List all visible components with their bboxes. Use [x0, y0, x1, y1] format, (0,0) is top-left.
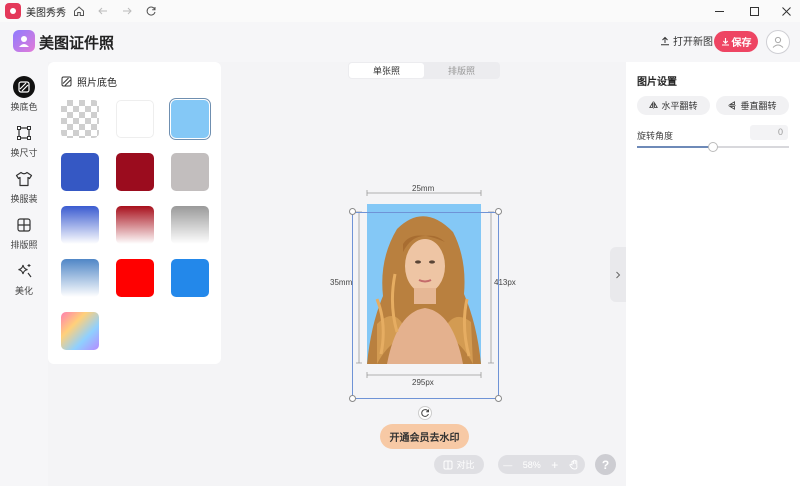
flip-vertical-button[interactable]: 垂直翻转 — [716, 96, 789, 115]
rotation-slider-fill — [637, 146, 713, 148]
open-new-image-button[interactable]: 打开新图 — [660, 33, 713, 48]
left-tool-rail: 换底色 换尺寸 换服装 排版照 美化 — [0, 62, 48, 486]
rotation-slider-handle[interactable] — [708, 142, 718, 152]
help-icon: ? — [601, 457, 610, 472]
color-swatch-blue-gradient[interactable] — [61, 206, 99, 244]
crop-size-icon — [13, 122, 35, 144]
color-swatch-rainbow[interactable] — [61, 312, 99, 350]
resize-handle-bottom-left[interactable] — [349, 395, 356, 402]
rail-label: 换服装 — [10, 194, 38, 204]
brand-logo-icon — [13, 30, 35, 52]
window-app-name: 美图秀秀 — [26, 7, 66, 19]
height-mm-label: 35mm — [330, 278, 353, 287]
color-swatch-white[interactable] — [116, 100, 154, 138]
vip-remove-watermark-button[interactable]: 开通会员去水印 — [380, 424, 469, 449]
forward-icon[interactable] — [119, 3, 135, 19]
title-bar: 美图秀秀 — [0, 0, 800, 22]
zoom-in-icon[interactable]: + — [551, 458, 558, 472]
rail-item-beautify[interactable]: 美化 — [0, 258, 48, 304]
color-swatch-red-gradient[interactable] — [116, 206, 154, 244]
zoom-level: 58% — [522, 459, 541, 470]
minimize-icon[interactable] — [708, 2, 730, 20]
color-swatch-blue[interactable] — [61, 153, 99, 191]
brand-title: 美图证件照 — [39, 35, 115, 52]
help-button[interactable]: ? — [595, 454, 616, 475]
compare-icon — [443, 460, 453, 469]
sparkle-icon — [13, 260, 35, 282]
rail-label: 美化 — [14, 286, 33, 296]
color-swatch-light-blue[interactable] — [171, 100, 209, 138]
chevron-right-icon — [616, 271, 621, 278]
flip-vertical-label: 垂直翻转 — [740, 101, 777, 111]
rail-item-size[interactable]: 换尺寸 — [0, 120, 48, 166]
compare-button[interactable]: 对比 — [434, 455, 484, 474]
panel-title: 照片底色 — [61, 74, 117, 89]
app-logo-icon — [5, 3, 21, 19]
color-swatch-transparent[interactable] — [61, 100, 99, 138]
app-header: 美图证件照 打开新图 保存 — [0, 22, 800, 62]
color-swatch-red[interactable] — [116, 259, 154, 297]
color-swatch-azure[interactable] — [171, 259, 209, 297]
image-settings-panel: 图片设置 水平翻转 垂直翻转 旋转角度 0 — [626, 62, 800, 486]
color-swatch-sky-gradient[interactable] — [61, 259, 99, 297]
grid-layout-icon — [13, 214, 35, 236]
background-color-icon — [13, 76, 35, 98]
background-color-icon — [61, 76, 72, 87]
panel-toggle-button[interactable] — [610, 247, 626, 302]
rotate-button[interactable] — [418, 406, 432, 420]
user-avatar[interactable] — [766, 30, 790, 54]
save-button[interactable]: 保存 — [714, 31, 758, 52]
color-swatch-grey[interactable] — [171, 153, 209, 191]
flip-horizontal-label: 水平翻转 — [661, 101, 698, 111]
user-icon — [772, 36, 784, 48]
maximize-icon[interactable] — [743, 2, 765, 20]
home-icon[interactable] — [71, 3, 87, 19]
resize-handle-bottom-right[interactable] — [495, 395, 502, 402]
resize-handle-top-right[interactable] — [495, 208, 502, 215]
flip-horizontal-button[interactable]: 水平翻转 — [637, 96, 710, 115]
refresh-icon[interactable] — [143, 3, 159, 19]
rotation-label: 旋转角度 — [637, 131, 674, 141]
rail-item-layout[interactable]: 排版照 — [0, 212, 48, 258]
rail-label: 换底色 — [10, 102, 38, 112]
upload-icon — [661, 36, 669, 45]
back-icon[interactable] — [95, 3, 111, 19]
rail-item-clothing[interactable]: 换服装 — [0, 166, 48, 212]
save-label: 保存 — [731, 38, 752, 49]
rail-item-background-color[interactable]: 换底色 — [0, 74, 48, 120]
color-swatch-grey-gradient[interactable] — [171, 206, 209, 244]
zoom-out-icon[interactable]: — — [503, 460, 512, 470]
open-new-label: 打开新图 — [673, 37, 713, 48]
width-mm-label: 25mm — [412, 184, 435, 193]
resize-handle-top-left[interactable] — [349, 208, 356, 215]
photo-frame[interactable] — [352, 212, 499, 399]
rail-label: 排版照 — [10, 240, 38, 250]
rotation-input[interactable]: 0 — [750, 125, 788, 140]
rail-label: 换尺寸 — [10, 148, 38, 158]
compare-label: 对比 — [456, 460, 475, 470]
panel-title-text: 照片底色 — [77, 78, 117, 89]
close-icon[interactable] — [775, 2, 797, 20]
zoom-controls: — 58% + — [498, 455, 585, 474]
flip-vertical-icon — [728, 101, 737, 110]
color-swatch-dark-red[interactable] — [116, 153, 154, 191]
rotate-icon — [421, 409, 429, 417]
settings-title: 图片设置 — [637, 77, 677, 88]
tshirt-icon — [13, 168, 35, 190]
flip-horizontal-icon — [649, 101, 659, 110]
download-icon — [721, 38, 729, 46]
background-color-panel: 照片底色 — [48, 62, 221, 364]
hand-pan-icon[interactable] — [569, 459, 580, 470]
editor-canvas: 单张照 排版照 25mm 35mm 295px 413px 开通会员去水印 对比… — [222, 62, 626, 486]
